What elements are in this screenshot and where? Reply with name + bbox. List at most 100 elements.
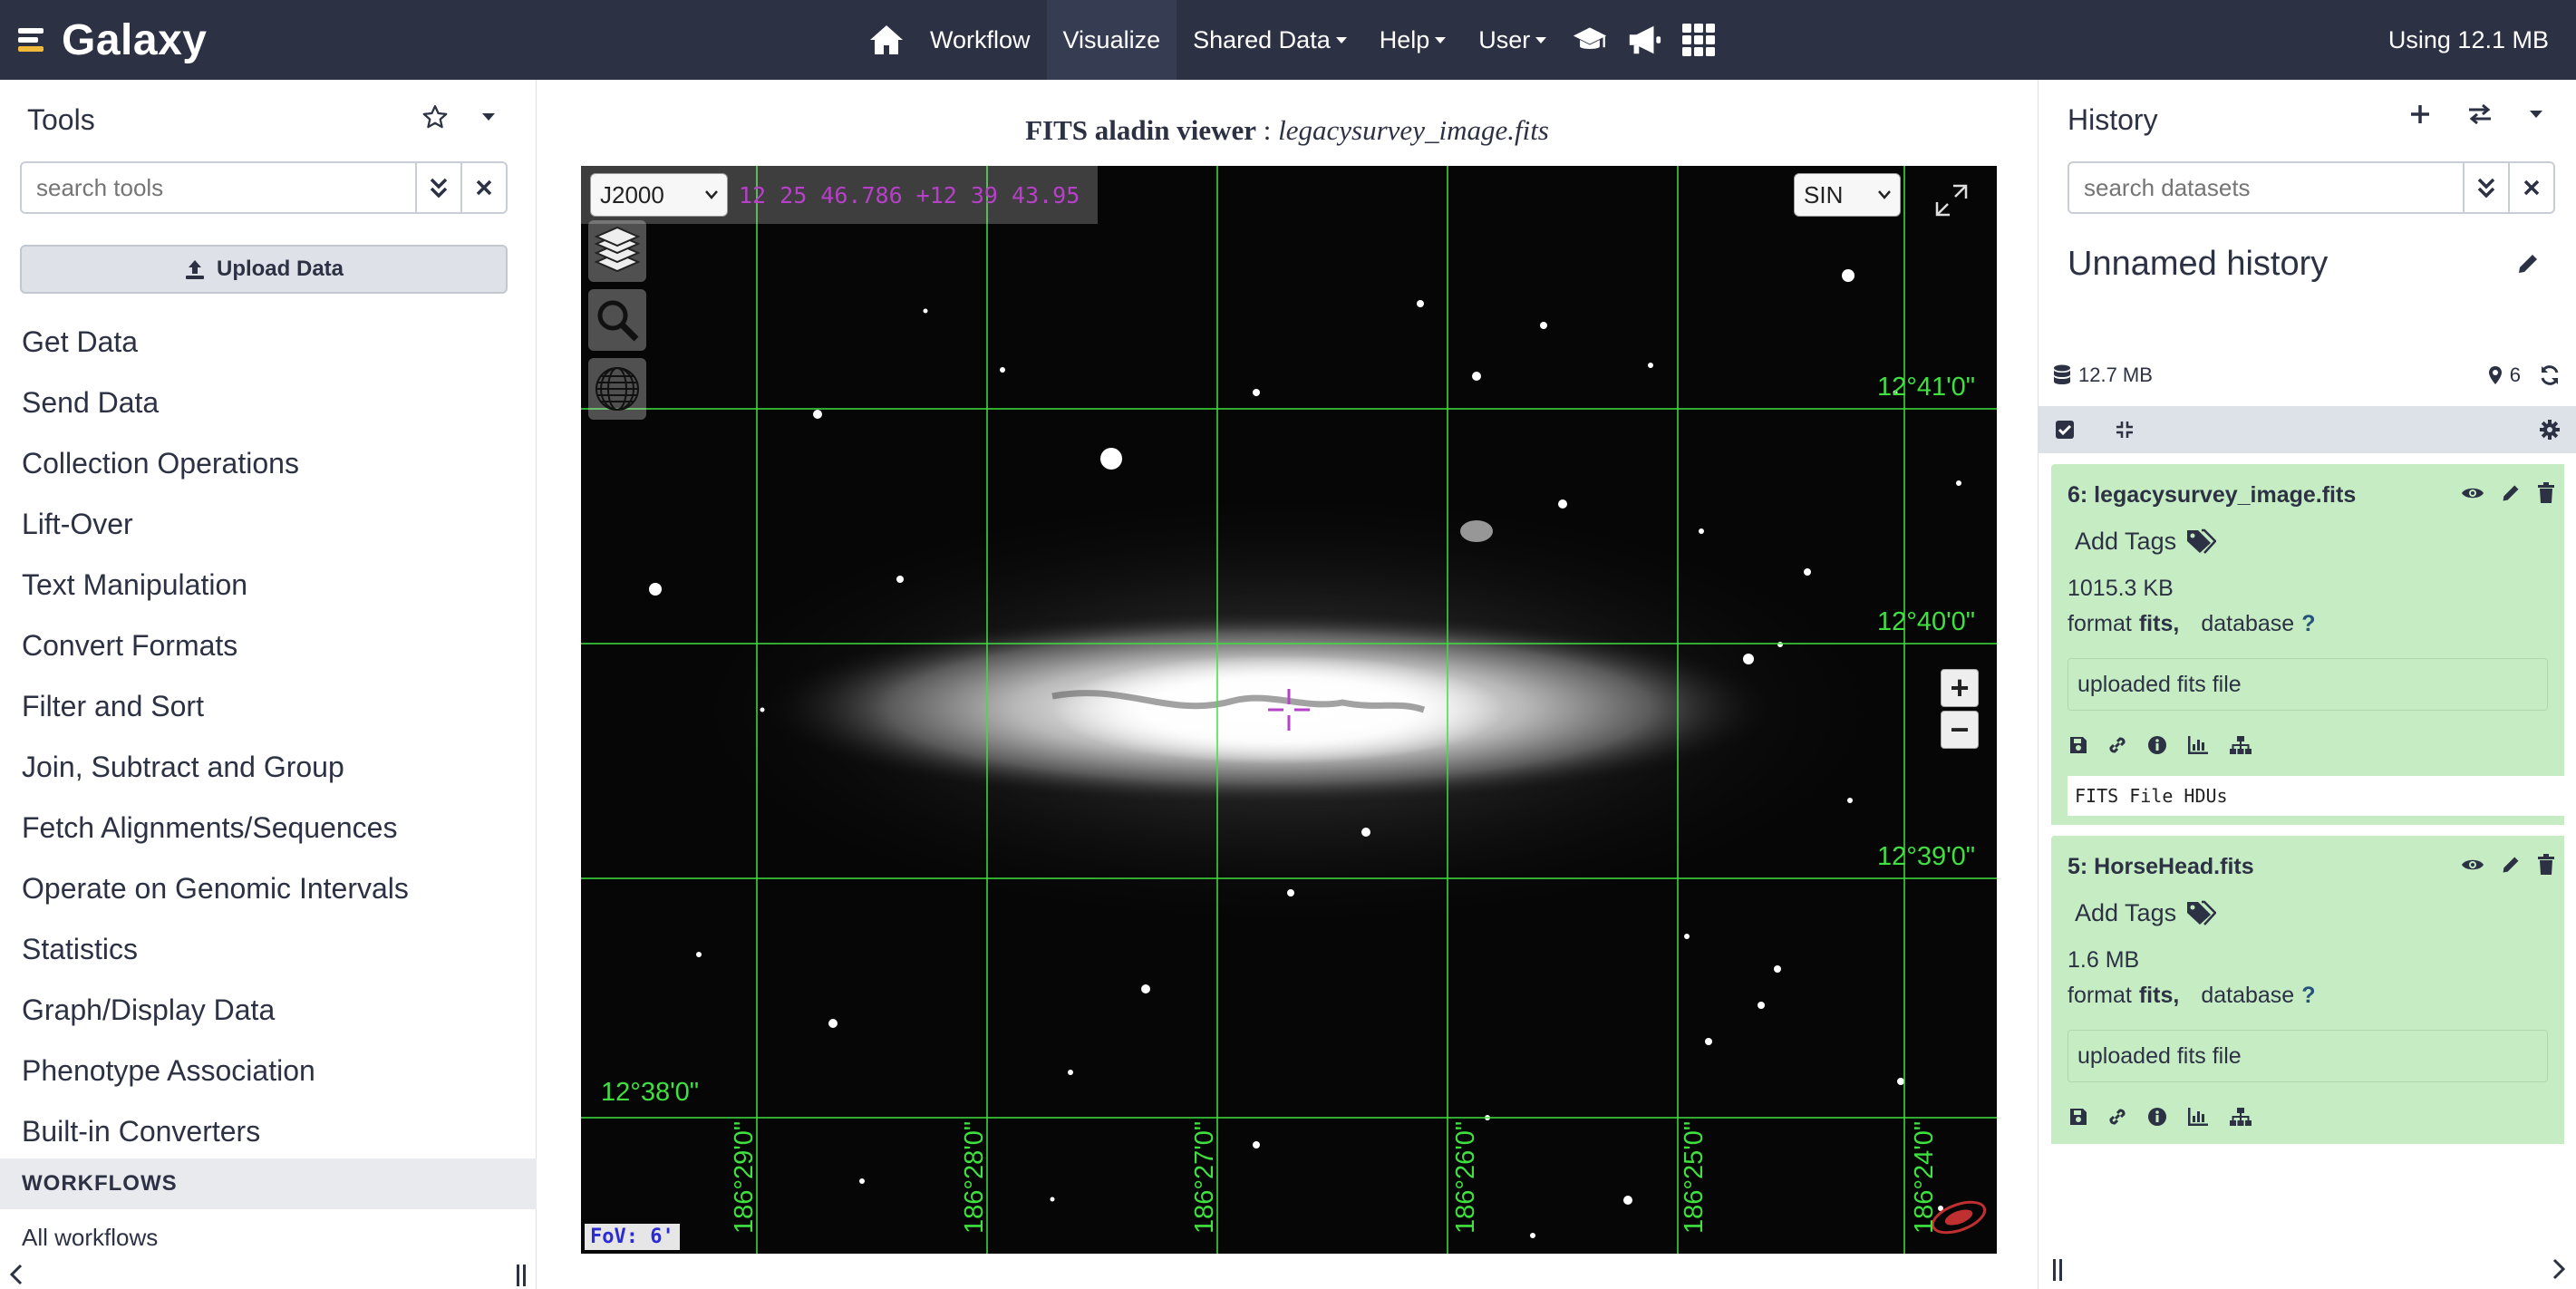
dec-label: 12°38'0" [601, 1078, 700, 1107]
zoom-out-button[interactable]: − [1941, 711, 1979, 749]
layers-button[interactable] [588, 220, 646, 282]
chevron-down-icon [1878, 190, 1891, 199]
history-size[interactable]: 12.7 MB [2053, 363, 2153, 387]
tool-section[interactable]: Phenotype Association [22, 1041, 529, 1101]
upload-data-button[interactable]: Upload Data [20, 245, 508, 294]
sitemap-icon[interactable] [2229, 1107, 2252, 1127]
dataset-action-icons [2068, 1099, 2550, 1135]
advanced-search-toggle[interactable] [415, 163, 460, 212]
collapse-items-icon[interactable] [2115, 420, 2135, 440]
history-search-input[interactable] [2069, 163, 2463, 212]
history-name[interactable]: Unnamed history [2068, 245, 2328, 284]
chart-icon[interactable] [2187, 735, 2209, 755]
brand[interactable]: Galaxy [18, 9, 207, 71]
caret-down-icon[interactable] [481, 112, 496, 121]
nav-workflow[interactable]: Workflow [914, 0, 1047, 80]
database-value[interactable]: ? [2301, 611, 2315, 637]
chart-icon[interactable] [2187, 1107, 2209, 1127]
projection-value: SIN [1804, 180, 1844, 208]
workflows-header: WORKFLOWS [0, 1158, 537, 1209]
all-workflows-link[interactable]: All workflows [22, 1224, 158, 1252]
dataset-item[interactable]: 6: legacysurvey_image.fits Add Tags 1015… [2051, 464, 2570, 825]
upload-data-label: Upload Data [216, 257, 344, 281]
add-tags-button[interactable]: Add Tags [2068, 894, 2550, 932]
zoom-in-button[interactable]: + [1941, 669, 1979, 707]
aladin-viewer[interactable]: J2000 12 25 46.786 +12 39 43.95 SIN + − … [581, 166, 1997, 1254]
graduation-cap-icon[interactable] [1563, 0, 1617, 80]
link-icon[interactable] [2107, 735, 2127, 755]
add-tags-label: Add Tags [2075, 898, 2177, 926]
dataset-count[interactable]: 6 [2488, 363, 2521, 387]
trash-icon[interactable] [2537, 482, 2555, 504]
nav-visualize[interactable]: Visualize [1046, 0, 1177, 80]
ra-label: 186°25'0" [1680, 1120, 1709, 1234]
tool-section[interactable]: Get Data [22, 312, 529, 373]
info-icon[interactable] [2147, 1107, 2167, 1127]
clear-search-button[interactable] [460, 163, 506, 212]
tool-section[interactable]: Graph/Display Data [22, 980, 529, 1041]
tool-section[interactable]: Statistics [22, 919, 529, 980]
aladin-location-bar: J2000 12 25 46.786 +12 39 43.95 [581, 166, 1098, 224]
tool-section-list: Get Data Send Data Collection Operations… [22, 312, 529, 1162]
dataset-count-value: 6 [2509, 363, 2521, 386]
tool-section[interactable]: Send Data [22, 373, 529, 433]
tool-section[interactable]: Lift-Over [22, 494, 529, 555]
tool-section[interactable]: Operate on Genomic Intervals [22, 858, 529, 919]
sitemap-icon[interactable] [2229, 735, 2252, 755]
nav-help[interactable]: Help [1363, 0, 1463, 80]
survey-globe-button[interactable] [588, 358, 646, 420]
tool-section[interactable]: Built-in Converters [22, 1101, 529, 1162]
projection-select[interactable]: SIN [1794, 173, 1901, 217]
info-icon[interactable] [2147, 735, 2167, 755]
tool-search-input[interactable] [22, 163, 415, 212]
switch-history-icon[interactable] [2467, 103, 2493, 125]
link-icon[interactable] [2107, 1107, 2127, 1127]
eye-icon[interactable] [2461, 485, 2484, 501]
collapse-right-icon[interactable] [2552, 1258, 2566, 1280]
panel-drag-handle[interactable] [515, 1264, 528, 1287]
dataset-item[interactable]: 5: HorseHead.fits Add Tags 1.6 MB format… [2051, 836, 2564, 1144]
select-items-icon[interactable] [2055, 420, 2075, 440]
tool-section[interactable]: Convert Formats [22, 615, 529, 676]
caret-down-icon[interactable] [2529, 110, 2543, 119]
chevron-down-icon [705, 190, 718, 199]
tool-section[interactable]: Join, Subtract and Group [22, 737, 529, 798]
minus-icon: − [1950, 711, 1970, 748]
search-object-button[interactable] [588, 289, 646, 351]
clear-search-button[interactable] [2508, 163, 2553, 212]
apps-grid-icon[interactable] [1671, 0, 1726, 80]
nav-shared-data[interactable]: Shared Data [1177, 0, 1363, 80]
pencil-icon[interactable] [2501, 483, 2521, 503]
advanced-search-toggle[interactable] [2463, 163, 2508, 212]
plus-icon[interactable] [2409, 103, 2431, 125]
nav-user[interactable]: User [1462, 0, 1563, 80]
quota-meter[interactable]: Using 12.1 MB [2388, 0, 2549, 80]
gear-icon[interactable] [2539, 419, 2561, 441]
caret-down-icon [1535, 36, 1547, 44]
frame-select[interactable]: J2000 [590, 173, 728, 217]
save-icon[interactable] [2069, 736, 2087, 754]
eye-icon[interactable] [2461, 857, 2484, 873]
caret-down-icon [1435, 36, 1447, 44]
bullhorn-icon[interactable] [1617, 0, 1671, 80]
tool-section[interactable]: Fetch Alignments/Sequences [22, 798, 529, 858]
history-panel-title: History [2068, 103, 2158, 136]
star-icon[interactable] [421, 103, 449, 131]
database-value[interactable]: ? [2301, 983, 2315, 1009]
pencil-icon[interactable] [2516, 252, 2540, 276]
add-tags-button[interactable]: Add Tags [2068, 522, 2550, 560]
trash-icon[interactable] [2537, 854, 2555, 876]
sky-image[interactable] [581, 166, 1997, 1254]
pencil-icon[interactable] [2501, 855, 2521, 875]
tool-panel-header-actions [421, 103, 496, 131]
save-icon[interactable] [2069, 1108, 2087, 1126]
double-chevron-down-icon [430, 178, 448, 198]
refresh-icon[interactable] [2539, 364, 2561, 386]
home-icon[interactable] [859, 0, 914, 80]
fullscreen-icon[interactable] [1933, 182, 1970, 218]
panel-drag-handle[interactable] [2051, 1258, 2064, 1282]
tool-section[interactable]: Collection Operations [22, 433, 529, 494]
tool-section[interactable]: Text Manipulation [22, 555, 529, 615]
collapse-left-icon[interactable] [9, 1264, 24, 1285]
tool-section[interactable]: Filter and Sort [22, 676, 529, 737]
